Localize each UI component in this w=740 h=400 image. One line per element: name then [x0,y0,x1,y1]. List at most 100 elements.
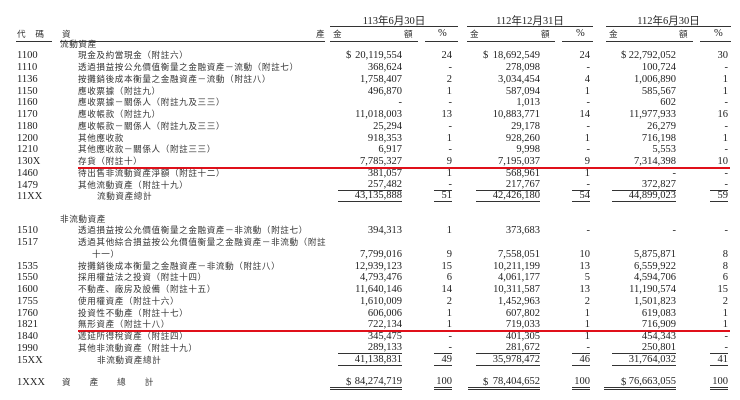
row-code: 1180 [17,120,38,132]
row-label: 現金及約當現金（附註六） [78,51,189,62]
row-code: 1510 [17,225,38,237]
currency-symbol: $ [346,50,352,62]
percent-value: 1 [722,73,728,85]
percent-value: 2 [446,295,452,307]
table-row: 1180 應收帳款－關係人（附註九及三三） 25,294 - 29,178 - 26,279… [0,121,740,133]
amount-value: 10,211,199 [493,260,540,272]
amount-value: 3,034,454 [498,73,540,85]
percent-value: 16 [717,109,729,120]
row-code: 1210 [17,144,38,156]
percent-value: 1 [446,307,452,319]
amount-value: 84,274,719 [330,376,402,390]
percent-value: 1 [446,85,452,97]
amount-value: 18,692,549 [492,50,540,62]
table-row: 15XX 非流動資產總計 41,138,831 49 35,978,472 46 31,76… [0,354,740,367]
table-row: 1XXX 資 產 總 計 84,274,719 100 $78,404,652 100 $7… [0,376,740,390]
section-header-row: 非流動資產 [0,214,740,226]
percent-value: 10 [579,248,591,260]
percent-value: - [586,97,591,109]
divider [330,26,458,27]
row-label: 資 產 總 計 [62,377,154,388]
row-code: 130X [17,156,41,167]
amount-value: 6,917 [378,144,402,156]
row-code: 1XXX [17,376,45,388]
percent-value: - [586,120,591,132]
amount-value: 11,018,003 [355,109,402,120]
currency-symbol: $ [483,50,489,62]
amount-value: 928,260 [505,132,540,144]
table-row: 1760 投資性不動產（附註十七） 606,006 1 607,802 1 619,083 1 [0,308,740,320]
table-row: 1600 不動產、廠房及設備（附註十五） 11,640,146 14 10,311,58… [0,284,740,296]
percent-value: - [724,167,729,179]
percent-value: - [724,120,729,132]
row-label: 其他應收款－關係人（附註三三） [78,145,216,156]
row-label: 非流動資產總計 [97,355,162,366]
percent-value: - [434,342,452,354]
percent-value: 100 [434,376,452,390]
table-row: 1136 按攤銷後成本衡量之金融資產－流動（附註八） 1,758,407 2 3,034… [0,74,740,86]
amount-value: 281,672 [476,342,540,354]
percent-value: 8 [722,248,728,260]
row-code: 1821 [17,319,38,331]
amount-value: 42,426,180 [476,191,540,203]
amount-value: 381,057 [367,167,402,179]
percent-value: 1 [722,85,728,97]
amount-value: 394,313 [367,225,402,237]
amount-value: 278,098 [505,62,540,73]
amount-value: 29,178 [511,120,540,132]
percent-value: 1 [446,132,452,144]
amount-value: 289,133 [338,342,402,354]
amount-value: 606,006 [367,307,402,319]
row-label: 按攤銷後成本衡量之金融資產－非流動（附註八） [78,261,281,272]
percent-value: - [586,62,591,73]
percent-value: 8 [722,260,728,272]
row-label: 十一） [92,249,120,260]
percent-value: - [710,179,728,191]
amount-value: 4,793,476 [360,272,402,284]
amount-value: 585,567 [641,85,676,97]
amount-value: 607,802 [505,307,540,319]
amount-value: 41,138,831 [338,354,402,366]
percent-value: 6 [722,272,728,284]
percent-value: - [724,62,729,73]
percent-value: 1 [446,225,452,237]
row-code: 1200 [17,132,38,144]
amount-value: 1,610,009 [360,295,402,307]
row-code: 1160 [17,97,38,109]
percent-value: 4 [584,73,590,85]
row-code: 1600 [17,284,38,296]
percent-value: 15 [717,284,729,296]
amount-value: 35,978,472 [476,354,540,366]
percent-value: - [434,179,452,191]
percent-value: 1 [584,132,590,144]
amount-value: 6,559,922 [634,260,676,272]
table-row: 1110 透過損益按公允價值衡量之金融資產－流動（附註七） 368,624 - 278,… [0,62,740,74]
row-label: 流動資產總計 [97,192,153,203]
amount-value: 11,640,146 [355,284,402,296]
percent-value: - [724,97,729,109]
row-label: 應收票據（附註九） [78,86,161,97]
percent-value: - [710,342,728,354]
amount-value: 76,663,055 [604,376,676,390]
pct-header-1: % [438,28,447,39]
table-row: 1200 其他應收款 918,353 1 928,260 1 716,198 1 [0,133,740,145]
amount-value: - [398,97,403,109]
row-label: 待出售非流動資產淨額（附註十二） [78,168,226,179]
amount-value: 918,353 [367,132,402,144]
currency-symbol: $ [346,376,352,388]
amount-value: 5,875,871 [634,248,676,260]
percent-value: - [448,97,453,109]
percent-value: 2 [584,295,590,307]
amount-value: 1,501,823 [634,295,676,307]
percent-value: 1 [584,307,590,319]
percent-value: 2 [722,295,728,307]
amount-value: 1,006,890 [634,73,676,85]
row-label: 透過損益按公允價值衡量之金融資產－非流動（附註七） [78,226,308,237]
amount-value: 11,190,574 [629,284,676,296]
row-label: 透過其他綜合損益按公允價值衡量之金融資產－非流動（附註 [78,238,327,249]
amount-value: 5,553 [652,144,676,156]
percent-value: - [448,120,453,132]
amount-value: 9,998 [516,144,540,156]
row-code: 11XX [17,191,43,203]
percent-value: - [586,225,591,237]
